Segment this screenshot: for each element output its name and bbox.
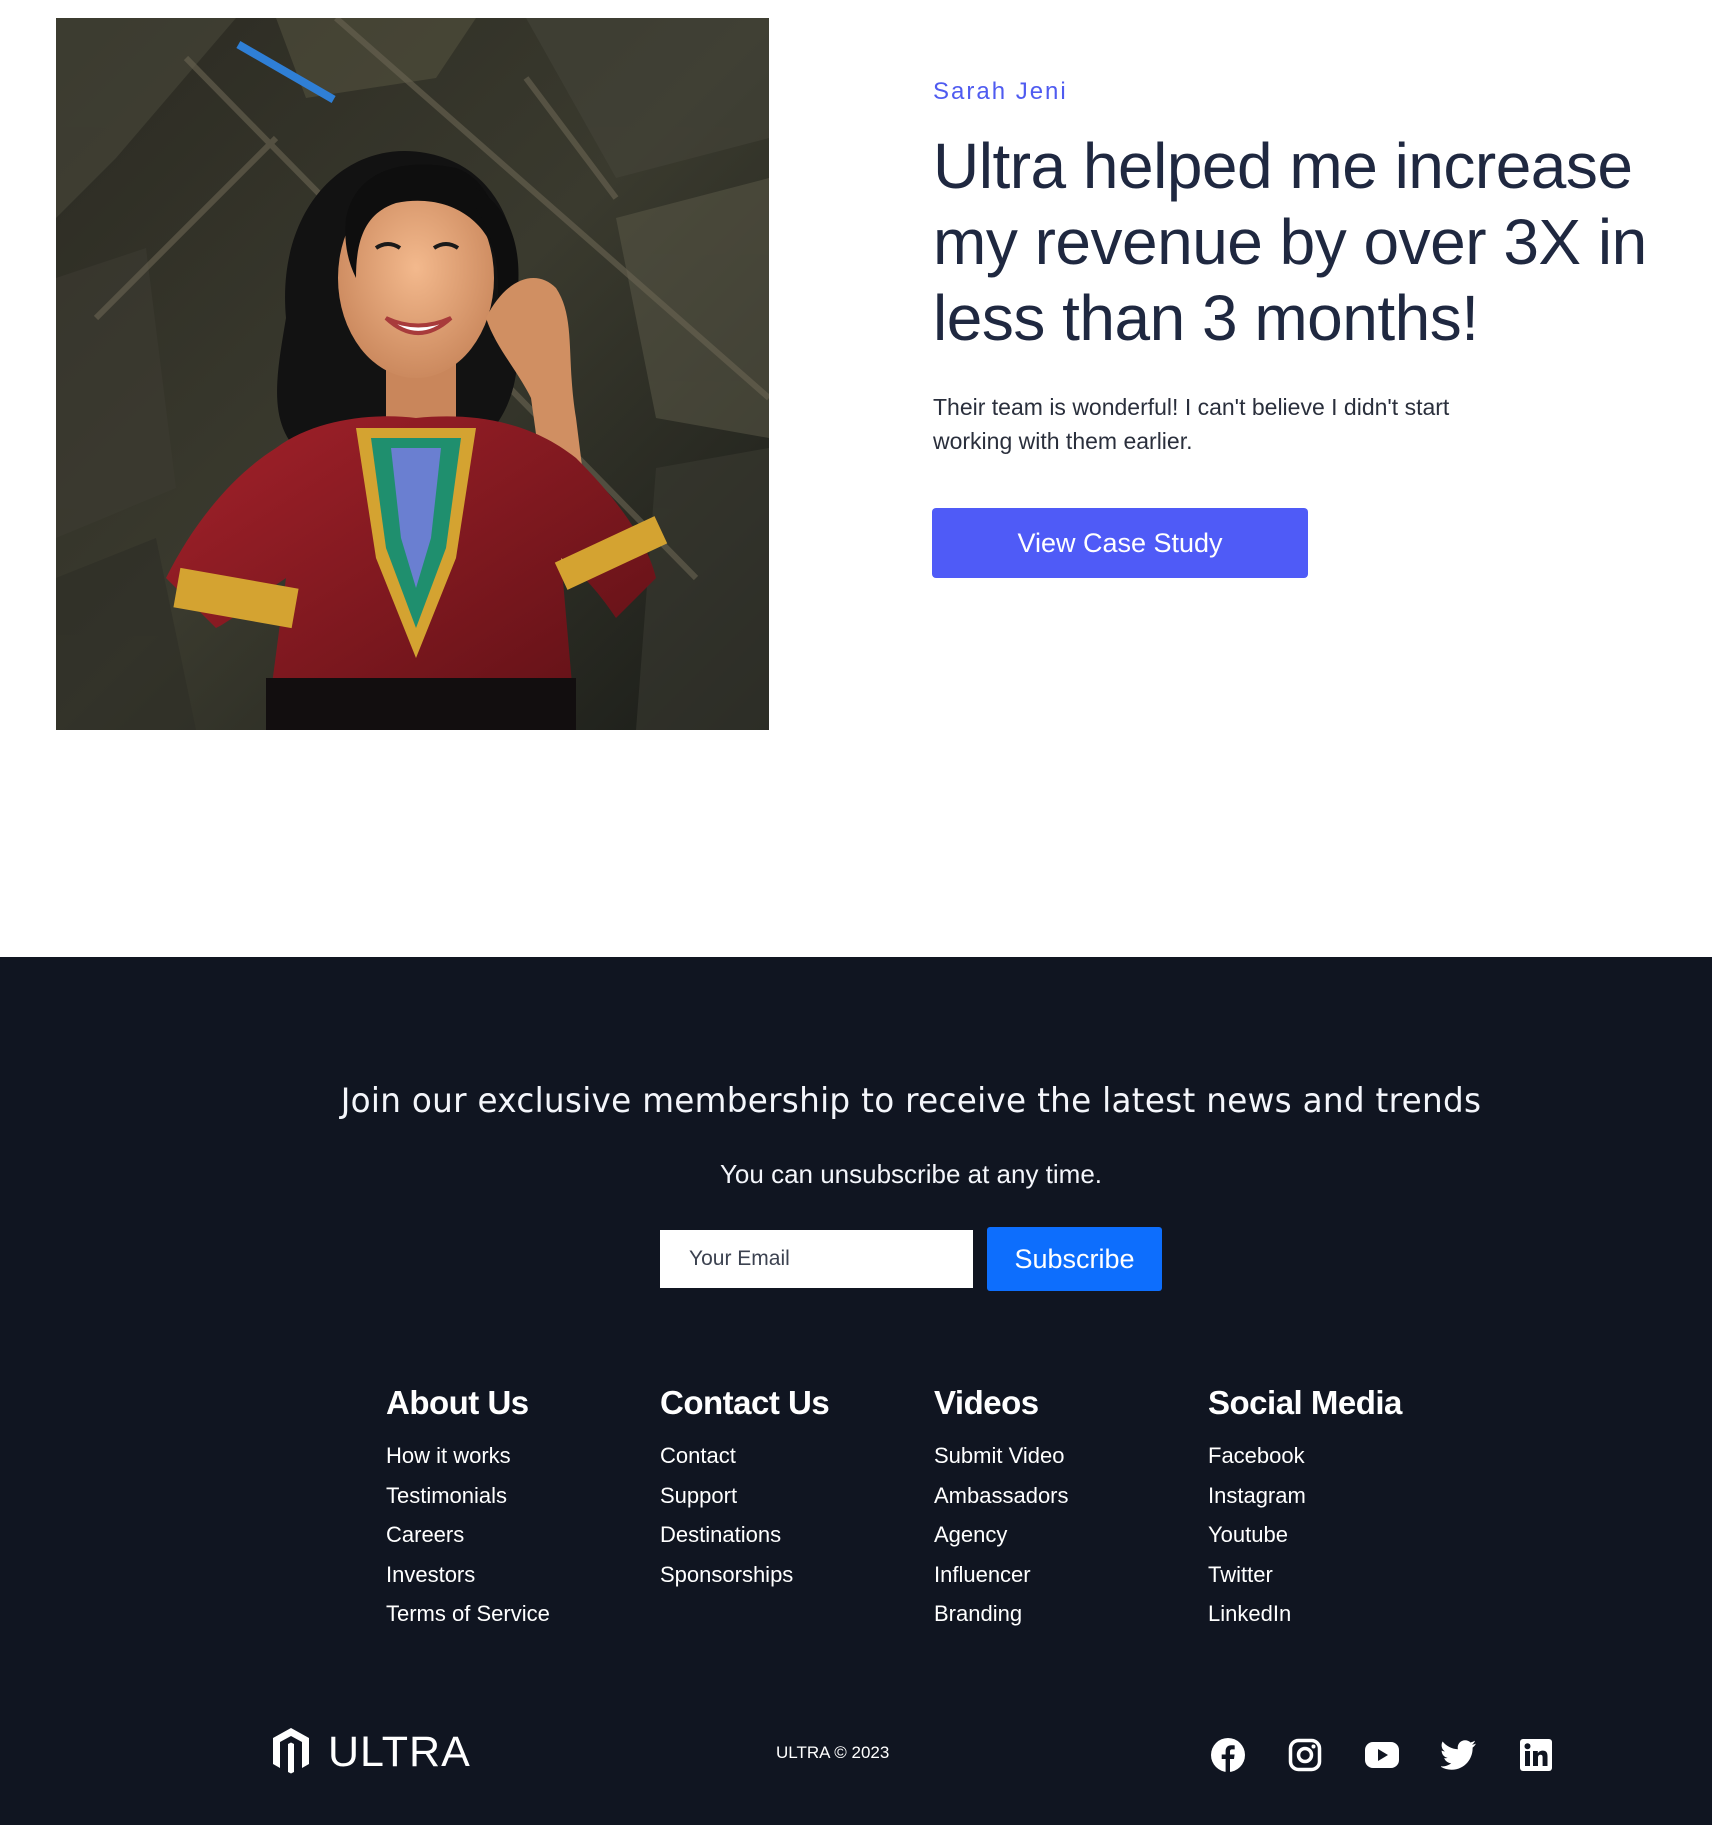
footer-column-contact: Contact Us Contact Support Destinations … xyxy=(660,1384,920,1602)
footer-link[interactable]: Branding xyxy=(934,1602,1194,1626)
ultra-logo-icon xyxy=(270,1726,312,1779)
footer-column-title: Social Media xyxy=(1208,1384,1402,1421)
copyright-text: ULTRA © 2023 xyxy=(776,1743,890,1762)
twitter-icon[interactable] xyxy=(1439,1735,1479,1775)
footer-link[interactable]: Support xyxy=(660,1483,920,1508)
footer-link[interactable]: Instagram xyxy=(1208,1483,1468,1508)
footer-link[interactable]: Sponsorships xyxy=(660,1562,920,1587)
footer-column-title: About Us xyxy=(386,1384,529,1421)
footer-column-title: Contact Us xyxy=(660,1384,830,1421)
footer-link[interactable]: Terms of Service xyxy=(386,1602,646,1626)
newsletter-subtext: You can unsubscribe at any time. xyxy=(719,1159,1103,1189)
footer-link[interactable]: How it works xyxy=(386,1444,646,1468)
testimonial-section: Sarah Jeni Ultra helped me increase my r… xyxy=(0,0,1712,957)
footer-link[interactable]: Contact xyxy=(660,1444,920,1468)
footer-link[interactable]: Submit Video xyxy=(934,1444,1194,1468)
footer-column-social: Social Media Facebook Instagram Youtube … xyxy=(1208,1384,1468,1642)
footer-column-title: Videos xyxy=(934,1384,1039,1421)
footer-link[interactable]: Youtube xyxy=(1208,1523,1468,1547)
footer-column-about: About Us How it works Testimonials Caree… xyxy=(386,1384,646,1642)
testimonial-photo xyxy=(56,18,769,730)
youtube-icon[interactable] xyxy=(1362,1735,1402,1775)
testimonial-quote: Their team is wonderful! I can't believe… xyxy=(933,394,1450,454)
subscribe-button[interactable]: Subscribe xyxy=(987,1227,1162,1291)
site-footer: Join our exclusive membership to receive… xyxy=(0,957,1712,1825)
footer-link[interactable]: Careers xyxy=(386,1523,646,1547)
footer-link[interactable]: LinkedIn xyxy=(1208,1602,1468,1626)
footer-link[interactable]: Destinations xyxy=(660,1523,920,1547)
email-input[interactable] xyxy=(660,1230,973,1288)
brand-logo[interactable]: ULTRA xyxy=(270,1727,471,1777)
testimonial-headline: Ultra helped me increase my revenue by o… xyxy=(933,130,1647,354)
footer-link[interactable]: Influencer xyxy=(934,1562,1194,1587)
footer-bottom-bar: ULTRA ULTRA © 2023 xyxy=(0,1727,1712,1787)
social-icons xyxy=(1208,1735,1593,1775)
footer-link[interactable]: Investors xyxy=(386,1562,646,1587)
footer-link[interactable]: Facebook xyxy=(1208,1444,1468,1468)
testimonial-author: Sarah Jeni xyxy=(933,78,1068,105)
linkedin-icon[interactable] xyxy=(1516,1735,1556,1775)
footer-link[interactable]: Ambassadors xyxy=(934,1483,1194,1508)
footer-link[interactable]: Testimonials xyxy=(386,1483,646,1508)
footer-link[interactable]: Twitter xyxy=(1208,1562,1468,1587)
instagram-icon[interactable] xyxy=(1285,1735,1325,1775)
newsletter-headline: Join our exclusive membership to receive… xyxy=(340,1081,1482,1121)
footer-link[interactable]: Agency xyxy=(934,1523,1194,1547)
view-case-study-button[interactable]: View Case Study xyxy=(932,508,1308,578)
facebook-icon[interactable] xyxy=(1208,1735,1248,1775)
footer-column-videos: Videos Submit Video Ambassadors Agency I… xyxy=(934,1384,1194,1642)
brand-name: ULTRA xyxy=(328,1727,471,1776)
